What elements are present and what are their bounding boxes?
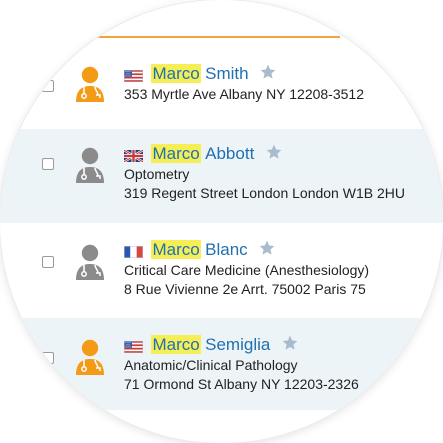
provider-specialty: Optometry xyxy=(124,166,190,182)
doctor-gray-icon xyxy=(73,244,107,282)
provider-title-line: Marco Semiglia xyxy=(124,334,424,356)
select-checkbox[interactable] xyxy=(42,256,54,268)
provider-details: Marco Abbott Optometry 319 Regent Street… xyxy=(124,143,424,203)
uk-flag xyxy=(124,147,143,159)
provider-first-name[interactable]: Marco xyxy=(151,144,201,163)
results-viewport: Marco Smith 353 Myrtle Ave Albany NY 122… xyxy=(0,0,443,443)
provider-last-name[interactable]: Smith xyxy=(205,64,248,83)
provider-details: Marco Semiglia Anatomic/Clinical Patholo… xyxy=(124,334,424,394)
fr-flag xyxy=(124,243,143,255)
star-icon[interactable] xyxy=(258,239,276,257)
provider-address: 71 Ormond St Albany NY 12203-2326 xyxy=(124,376,359,392)
provider-details: Marco Blanc Critical Care Medicine (Anes… xyxy=(124,239,424,299)
us-flag xyxy=(124,338,143,350)
provider-result-row: Marco Smith 353 Myrtle Ave Albany NY 122… xyxy=(0,44,443,126)
provider-title-line: Marco Abbott xyxy=(124,143,424,165)
provider-last-name[interactable]: Semiglia xyxy=(205,335,270,354)
doctor-gray-icon xyxy=(73,147,107,185)
provider-address: 8 Rue Vivienne 2e Arrt. 75002 Paris 75 xyxy=(124,281,366,297)
provider-last-name[interactable]: Blanc xyxy=(205,240,248,259)
star-icon[interactable] xyxy=(265,143,283,161)
provider-specialty: Critical Care Medicine (Anesthesiology) xyxy=(124,262,370,278)
provider-address: 353 Myrtle Ave Albany NY 12208-3512 xyxy=(124,86,364,102)
provider-first-name[interactable]: Marco xyxy=(151,240,201,259)
star-icon[interactable] xyxy=(281,334,299,352)
star-icon[interactable] xyxy=(259,63,277,81)
provider-first-name[interactable]: Marco xyxy=(151,335,201,354)
provider-last-name[interactable]: Abbott xyxy=(205,144,254,163)
doctor-orange-icon xyxy=(73,339,107,377)
select-checkbox[interactable] xyxy=(42,80,54,92)
select-checkbox[interactable] xyxy=(42,352,54,364)
provider-title-line: Marco Blanc xyxy=(124,239,424,261)
provider-result-row: Marco Semiglia Anatomic/Clinical Patholo… xyxy=(0,318,443,410)
provider-title-line: Marco Smith xyxy=(124,63,424,85)
provider-specialty: Anatomic/Clinical Pathology xyxy=(124,357,298,373)
provider-result-row: Marco Abbott Optometry 319 Regent Street… xyxy=(0,129,443,223)
select-checkbox[interactable] xyxy=(42,158,54,170)
screenshot-stage: Marco Smith 353 Myrtle Ave Albany NY 122… xyxy=(0,0,443,443)
us-flag xyxy=(124,67,143,79)
provider-details: Marco Smith 353 Myrtle Ave Albany NY 122… xyxy=(124,63,424,104)
results-divider xyxy=(98,36,340,38)
doctor-orange-icon xyxy=(73,66,107,104)
provider-first-name[interactable]: Marco xyxy=(151,64,201,83)
provider-result-row: Marco Blanc Critical Care Medicine (Anes… xyxy=(0,224,443,316)
provider-address: 319 Regent Street London London W1B 2HU xyxy=(124,185,405,201)
